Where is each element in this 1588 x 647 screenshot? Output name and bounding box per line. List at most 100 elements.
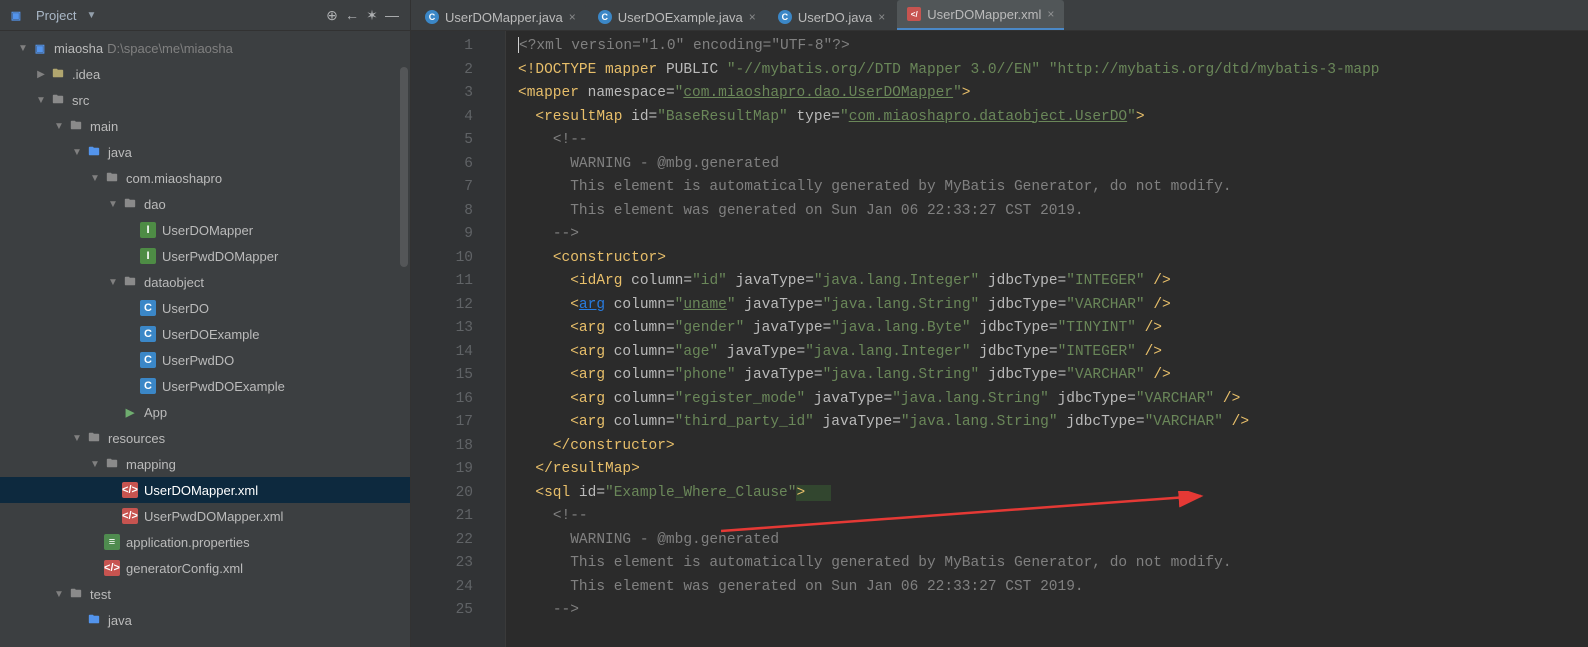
editor-tab[interactable]: </UserDOMapper.xml× [897,0,1064,30]
project-icon: ▣ [8,7,24,23]
code-line[interactable]: --> [518,223,1588,247]
code-line[interactable]: <arg column="register_mode" javaType="ja… [518,388,1588,412]
tree-node[interactable]: ▶🖿.idea [0,61,410,87]
code-line[interactable]: <!DOCTYPE mapper PUBLIC "-//mybatis.org/… [518,59,1588,83]
code-line[interactable]: <!-- [518,505,1588,529]
editor-tab[interactable]: CUserDO.java× [768,4,895,30]
tree-node[interactable]: IUserPwdDOMapper [0,243,410,269]
tree-node[interactable]: </>UserDOMapper.xml [0,477,410,503]
tree-node[interactable]: ▼🖿main [0,113,410,139]
tree-node[interactable]: ▼🖿mapping [0,451,410,477]
close-tab-icon[interactable]: × [1047,7,1054,21]
expand-arrow-icon[interactable]: ▼ [108,199,118,209]
tab-label: UserDOMapper.java [445,10,563,25]
tree-node[interactable]: ≡application.properties [0,529,410,555]
expand-arrow-icon [72,615,82,625]
code-line[interactable]: </constructor> [518,435,1588,459]
code-line[interactable]: <sql id="Example_Where_Clause"> [518,482,1588,506]
line-number: 2 [411,59,473,83]
folder-icon: 🖿 [68,118,84,134]
code-line[interactable]: <arg column="age" javaType="java.lang.In… [518,341,1588,365]
code-editor[interactable]: 1234567891011121314151617181920212223242… [411,31,1588,647]
collapse-all-button[interactable]: ← [342,5,362,25]
tree-node-path: D:\space\me\miaosha [107,41,233,56]
tree-node[interactable]: ▼▣miaoshaD:\space\me\miaosha [0,35,410,61]
code-line[interactable]: This element is automatically generated … [518,176,1588,200]
expand-arrow-icon [126,251,136,261]
expand-arrow-icon[interactable]: ▼ [54,121,64,131]
code-content[interactable]: <?xml version="1.0" encoding="UTF-8"?><!… [506,31,1588,647]
tree-node[interactable]: </>generatorConfig.xml [0,555,410,581]
code-line[interactable]: <constructor> [518,247,1588,271]
tree-node[interactable]: CUserPwdDOExample [0,373,410,399]
tab-label: UserDO.java [798,10,872,25]
expand-arrow-icon[interactable]: ▼ [72,147,82,157]
code-line[interactable]: <?xml version="1.0" encoding="UTF-8"?> [518,35,1588,59]
x-icon: </> [122,482,138,498]
line-number: 19 [411,458,473,482]
java-file-icon: C [598,10,612,24]
tree-node[interactable]: ▼🖿test [0,581,410,607]
line-number: 21 [411,505,473,529]
tree-node[interactable]: IUserDOMapper [0,217,410,243]
tree-node-label: UserPwdDOMapper.xml [144,509,283,524]
expand-arrow-icon[interactable]: ▼ [108,277,118,287]
code-line[interactable]: <arg column="phone" javaType="java.lang.… [518,364,1588,388]
code-line[interactable]: <mapper namespace="com.miaoshapro.dao.Us… [518,82,1588,106]
code-line[interactable]: <resultMap id="BaseResultMap" type="com.… [518,106,1588,130]
tree-node[interactable]: ▼🖿dataobject [0,269,410,295]
code-line[interactable]: This element is automatically generated … [518,552,1588,576]
close-tab-icon[interactable]: × [878,10,885,24]
minimize-panel-button[interactable]: — [382,5,402,25]
fold-gutter[interactable] [491,31,506,647]
code-line[interactable]: This element was generated on Sun Jan 06… [518,200,1588,224]
code-line[interactable]: --> [518,599,1588,623]
editor-tab[interactable]: CUserDOExample.java× [588,4,766,30]
expand-arrow-icon[interactable]: ▼ [72,433,82,443]
tree-node-label: dao [144,197,166,212]
tree-node[interactable]: ▼🖿java [0,139,410,165]
settings-gear-icon[interactable]: ✶ [362,5,382,25]
tree-node[interactable]: ▼🖿src [0,87,410,113]
tree-scrollbar[interactable] [400,67,408,267]
code-line[interactable]: WARNING - @mbg.generated [518,529,1588,553]
line-number: 15 [411,364,473,388]
tree-node[interactable]: ▼🖿dao [0,191,410,217]
tree-node[interactable]: </>UserPwdDOMapper.xml [0,503,410,529]
expand-arrow-icon [108,485,118,495]
expand-arrow-icon[interactable]: ▼ [90,459,100,469]
tree-node[interactable]: CUserPwdDO [0,347,410,373]
tree-node[interactable]: CUserDO [0,295,410,321]
project-tree[interactable]: ▼▣miaoshaD:\space\me\miaosha▶🖿.idea▼🖿src… [0,31,410,647]
tree-node-label: UserDOExample [162,327,260,342]
expand-arrow-icon[interactable]: ▶ [36,69,46,79]
tree-node[interactable]: ▶App [0,399,410,425]
editor-tab[interactable]: C UserDOMapper.java × [415,4,586,30]
code-line[interactable]: <idArg column="id" javaType="java.lang.I… [518,270,1588,294]
expand-arrow-icon[interactable]: ▼ [54,589,64,599]
tree-node-label: .idea [72,67,100,82]
code-line[interactable]: <arg column="uname" javaType="java.lang.… [518,294,1588,318]
tree-node[interactable]: ▼🖿com.miaoshapro [0,165,410,191]
tree-node-label: application.properties [126,535,250,550]
close-tab-icon[interactable]: × [569,10,576,24]
expand-arrow-icon[interactable]: ▼ [18,43,28,53]
expand-arrow-icon [126,355,136,365]
code-line[interactable]: <arg column="gender" javaType="java.lang… [518,317,1588,341]
expand-arrow-icon[interactable]: ▼ [90,173,100,183]
java-file-icon: C [425,10,439,24]
tree-node[interactable]: ▼🖿resources [0,425,410,451]
code-line[interactable]: This element was generated on Sun Jan 06… [518,576,1588,600]
code-line[interactable]: <arg column="third_party_id" javaType="j… [518,411,1588,435]
line-number: 4 [411,106,473,130]
scroll-to-source-button[interactable]: ⊕ [322,5,342,25]
expand-arrow-icon[interactable]: ▼ [36,95,46,105]
expand-arrow-icon [126,225,136,235]
code-line[interactable]: <!-- [518,129,1588,153]
code-line[interactable]: </resultMap> [518,458,1588,482]
dropdown-icon[interactable]: ▼ [86,10,96,21]
close-tab-icon[interactable]: × [749,10,756,24]
tree-node[interactable]: 🖿java [0,607,410,633]
code-line[interactable]: WARNING - @mbg.generated [518,153,1588,177]
tree-node[interactable]: CUserDOExample [0,321,410,347]
